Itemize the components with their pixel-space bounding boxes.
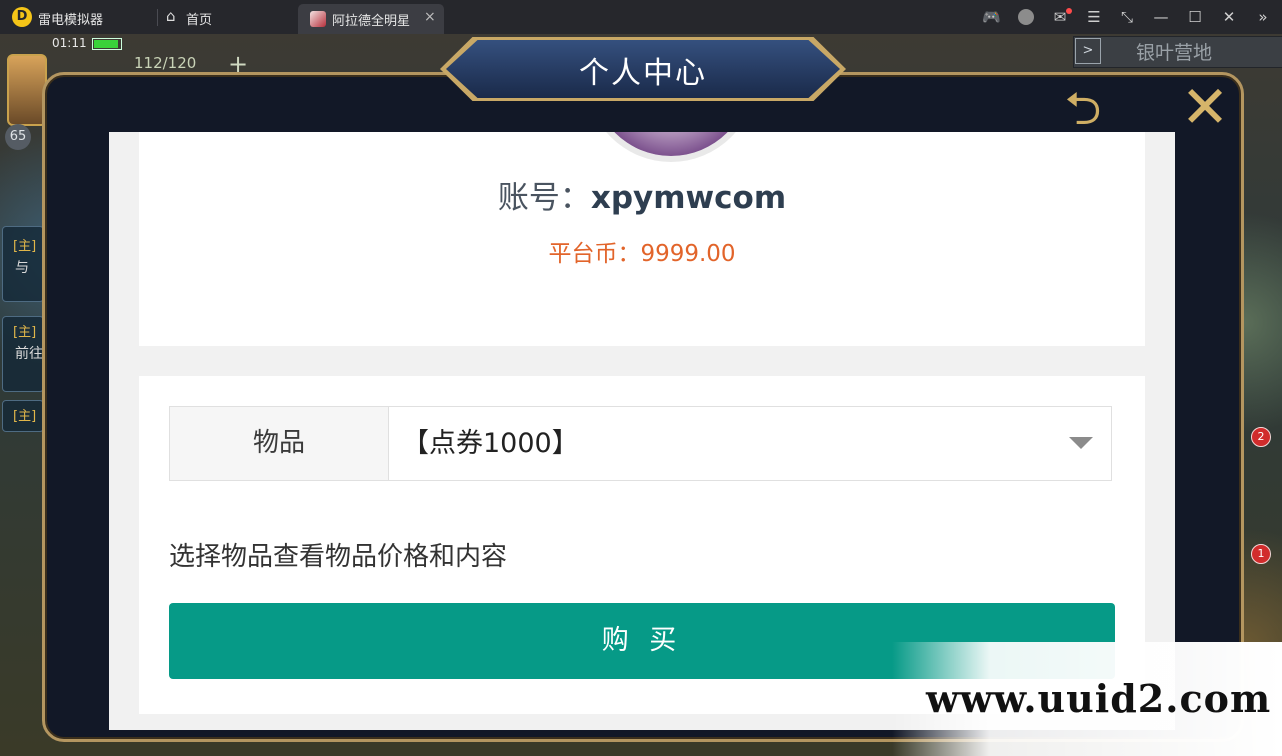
resize-icon[interactable]: ⤡ bbox=[1118, 8, 1136, 26]
player-portrait[interactable] bbox=[7, 54, 47, 126]
emulator-titlebar: D 雷电模拟器 ⌂ 首页 阿拉德全明星 × 🎮 ✉ ☰ ⤡ — ☐ ✕ » bbox=[0, 0, 1282, 34]
player-level: 65 bbox=[5, 124, 31, 150]
tab-home[interactable]: 首页 bbox=[186, 9, 212, 28]
account-prefix: 账号： bbox=[497, 180, 591, 216]
notification-badge: 1 bbox=[1251, 544, 1271, 564]
watermark-text: www.uuid2.com bbox=[926, 676, 1272, 721]
account-icon[interactable] bbox=[1018, 9, 1034, 25]
item-select-value[interactable]: 【点券1000】 bbox=[402, 407, 579, 480]
item-hint: 选择物品查看物品价格和内容 bbox=[169, 542, 508, 572]
menu-icon[interactable]: ☰ bbox=[1085, 8, 1103, 26]
account-name: xpymwcom bbox=[590, 180, 787, 216]
quest-tag: [主] bbox=[13, 325, 37, 340]
battery-indicator bbox=[92, 38, 122, 50]
emulator-logo-icon: D bbox=[12, 7, 32, 27]
account-line: 账号：xpymwcom bbox=[109, 172, 1175, 217]
close-dialog-icon[interactable]: ✕ bbox=[1176, 78, 1234, 136]
stamina-counter: 112/120 bbox=[134, 54, 197, 72]
home-icon[interactable]: ⌂ bbox=[166, 8, 180, 24]
platform-balance: 平台币：9999.00 bbox=[548, 241, 736, 267]
notification-dot bbox=[1066, 8, 1072, 14]
status-time: 01:11 bbox=[52, 36, 87, 50]
dialog-title: 个人中心 bbox=[579, 56, 707, 91]
tab-game-label: 阿拉德全明星 bbox=[332, 14, 411, 29]
gamepad-icon[interactable]: 🎮 bbox=[982, 8, 1001, 26]
quest-tag: [主] bbox=[13, 239, 37, 254]
battery-fill bbox=[94, 40, 118, 48]
game-app-icon bbox=[310, 11, 326, 27]
emulator-app-name: 雷电模拟器 bbox=[38, 13, 104, 28]
notification-badge: 2 bbox=[1251, 427, 1271, 447]
item-select-label: 物品 bbox=[170, 407, 389, 480]
quest-text: 与 bbox=[15, 260, 29, 276]
close-icon[interactable]: ✕ bbox=[1220, 8, 1238, 26]
quest-card[interactable]: [主] bbox=[2, 400, 44, 432]
maximize-icon[interactable]: ☐ bbox=[1186, 8, 1204, 26]
quest-text: 前往 bbox=[15, 346, 43, 362]
quest-card[interactable]: [主] 前往 bbox=[2, 316, 44, 392]
map-location-label: 银叶营地 bbox=[1136, 42, 1213, 64]
tab-divider bbox=[157, 9, 158, 26]
back-arrow-icon[interactable]: ⮌ bbox=[1046, 84, 1120, 132]
expand-arrow-icon[interactable]: > bbox=[1075, 38, 1101, 64]
chevron-down-icon[interactable] bbox=[1069, 437, 1093, 449]
avatar bbox=[592, 132, 750, 156]
quest-tag: [主] bbox=[13, 409, 37, 424]
quest-card[interactable]: [主] 与 bbox=[2, 226, 44, 302]
minimize-icon[interactable]: — bbox=[1152, 8, 1170, 26]
tab-close-icon[interactable]: × bbox=[424, 9, 436, 25]
web-content: 账号：xpymwcom 平台币：9999.00 物品 【点券1000】 选择物品… bbox=[109, 132, 1175, 730]
tab-game[interactable]: 阿拉德全明星 × bbox=[298, 4, 444, 34]
item-select[interactable]: 物品 【点券1000】 bbox=[169, 406, 1112, 481]
collapse-icon[interactable]: » bbox=[1254, 8, 1272, 26]
